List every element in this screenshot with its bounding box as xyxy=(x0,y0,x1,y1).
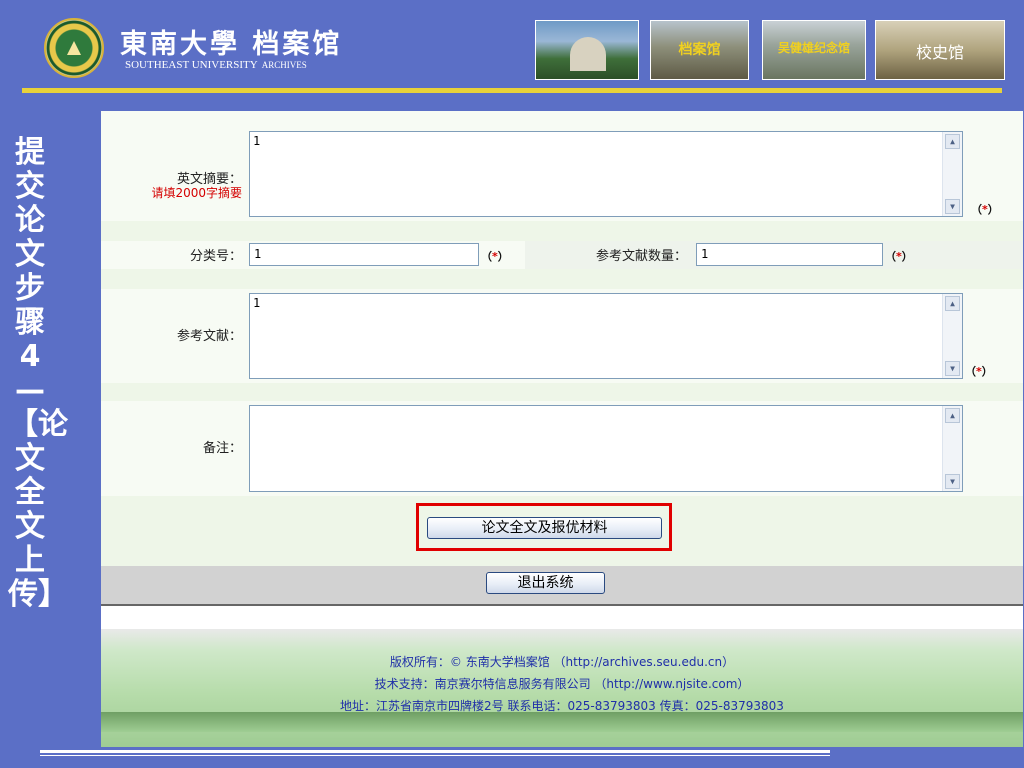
row-spacer xyxy=(101,383,1023,401)
ref-count-input[interactable]: 1 xyxy=(696,243,883,266)
scroll-up-icon[interactable]: ▲ xyxy=(945,134,960,149)
step-title-vertical: 提交论文步骤4—【论文全文上传】 xyxy=(8,135,68,612)
header-photo-caption: 档案馆 xyxy=(678,42,721,58)
site-title-en-main: SOUTHEAST UNIVERSITY xyxy=(125,59,258,71)
scrollbar[interactable]: ▲ ▼ xyxy=(942,294,962,378)
references-textarea[interactable]: 1 ▲ ▼ xyxy=(249,293,963,379)
references-label: 参考文献： xyxy=(176,329,242,344)
exit-system-button[interactable]: 退出系统 xyxy=(486,572,605,594)
row-abstract-en: 英文摘要： 请填2000字摘要 1 ▲ ▼ （*） xyxy=(101,123,1023,221)
bottom-divider xyxy=(40,750,830,753)
scrollbar[interactable]: ▲ ▼ xyxy=(942,132,962,216)
site-title-cn: 東南大學 档案馆 xyxy=(120,29,343,60)
class-no-input[interactable]: 1 xyxy=(249,243,479,266)
abstract-en-textarea[interactable]: 1 ▲ ▼ xyxy=(249,131,963,217)
header-photo-archives[interactable]: 档案馆 xyxy=(650,20,749,80)
abstract-en-hint: 请填2000字摘要 xyxy=(151,186,242,200)
scroll-down-icon[interactable]: ▼ xyxy=(945,199,960,214)
row-spacer xyxy=(101,221,1023,241)
required-marker: （*） xyxy=(965,365,993,378)
exit-bar: 退出系统 xyxy=(101,566,1023,606)
header-photo-memorial[interactable]: 吴健雄纪念馆 xyxy=(762,20,866,80)
content-frame: 英文摘要： 请填2000字摘要 1 ▲ ▼ （*） 分类号： 1 （*） 参考文… xyxy=(101,111,1023,747)
scroll-up-icon[interactable]: ▲ xyxy=(945,408,960,423)
remarks-label: 备注： xyxy=(202,441,242,456)
scroll-up-icon[interactable]: ▲ xyxy=(945,296,960,311)
header: 東南大學 档案馆 SOUTHEAST UNIVERSITY ARCHIVES 档案… xyxy=(0,0,1024,96)
footer-bottom-strip xyxy=(101,712,1023,732)
required-text: （*） xyxy=(971,203,999,216)
row-spacer xyxy=(101,111,1023,123)
scrollbar[interactable]: ▲ ▼ xyxy=(942,406,962,491)
remarks-textarea[interactable]: ▲ ▼ xyxy=(249,405,963,492)
required-marker: （*） xyxy=(885,250,913,263)
site-title-en-sub: ARCHIVES xyxy=(261,60,307,70)
bottom-divider-thin xyxy=(40,755,830,756)
header-photo-caption: 校史馆 xyxy=(915,43,964,62)
row-classification: 分类号： 1 （*） 参考文献数量： 1 （*） xyxy=(101,241,1023,269)
header-photo-caption: 吴健雄纪念馆 xyxy=(777,41,850,55)
row-remarks: 备注： ▲ ▼ xyxy=(101,401,1023,496)
header-divider xyxy=(22,88,1002,93)
footer-tech-support: 技术支持：南京赛尔特信息服务有限公司 （http://www.njsite.co… xyxy=(374,677,750,691)
references-value: 1 xyxy=(253,296,261,310)
footer-copyright: 版权所有：© 东南大学档案馆 （http://archives.seu.edu.… xyxy=(389,655,735,669)
upload-fulltext-button[interactable]: 论文全文及报优材料 xyxy=(427,517,662,539)
header-photo-history-museum[interactable]: 校史馆 xyxy=(875,20,1005,80)
scroll-down-icon[interactable]: ▼ xyxy=(945,474,960,489)
required-marker: （*） xyxy=(971,201,999,217)
ref-count-cell: 参考文献数量： 1 （*） xyxy=(525,241,1023,269)
scroll-down-icon[interactable]: ▼ xyxy=(945,361,960,376)
ref-count-label: 参考文献数量： xyxy=(595,249,687,264)
required-marker: （*） xyxy=(481,250,509,263)
site-title-en: SOUTHEAST UNIVERSITY ARCHIVES xyxy=(125,59,307,71)
abstract-en-value: 1 xyxy=(253,134,261,148)
class-no-label: 分类号： xyxy=(189,249,242,264)
row-spacer xyxy=(101,269,1023,289)
university-seal-logo xyxy=(44,18,104,78)
header-photo-building xyxy=(535,20,639,80)
row-references: 参考文献： 1 ▲ ▼ （*） xyxy=(101,289,1023,383)
